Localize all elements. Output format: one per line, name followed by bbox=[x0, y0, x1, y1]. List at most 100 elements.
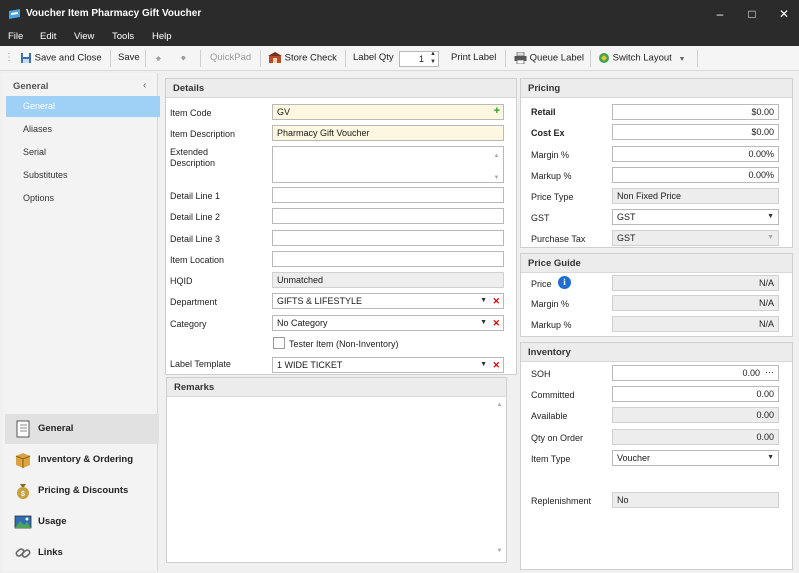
nav-header: General bbox=[13, 81, 49, 92]
detail-line-2-input[interactable] bbox=[272, 208, 504, 224]
toolbar-separator bbox=[110, 50, 111, 67]
retail-input[interactable]: $0.00 bbox=[612, 104, 779, 120]
inventory-header: Inventory bbox=[521, 343, 792, 362]
remarks-textarea[interactable]: ▲ ▼ bbox=[167, 398, 506, 562]
menu-help[interactable]: Help bbox=[152, 31, 172, 42]
chevron-down-icon[interactable]: ▼ bbox=[480, 294, 487, 308]
category-select[interactable]: No Category ▼ ✕ bbox=[272, 315, 504, 331]
label-qty-label: Label Qty bbox=[353, 52, 394, 63]
info-icon[interactable]: i bbox=[558, 276, 571, 289]
cost-ex-input[interactable]: $0.00 bbox=[612, 124, 779, 140]
minimize-icon[interactable]: – bbox=[712, 6, 728, 22]
store-check-icon bbox=[268, 52, 282, 63]
queue-label-label: Queue Label bbox=[529, 52, 585, 64]
nav-item-substitutes[interactable]: Substitutes bbox=[6, 165, 160, 186]
margin-input[interactable]: 0.00% bbox=[612, 146, 779, 162]
section-links[interactable]: Links bbox=[5, 538, 159, 568]
print-label-button[interactable]: Print Label bbox=[451, 52, 496, 63]
close-icon[interactable]: ✕ bbox=[776, 6, 792, 22]
chevron-down-icon[interactable]: ▼ bbox=[767, 451, 774, 465]
section-usage[interactable]: Usage bbox=[5, 507, 159, 537]
section-general-label: General bbox=[38, 423, 74, 434]
item-description-input[interactable]: Pharmacy Gift Voucher bbox=[272, 125, 504, 141]
nav-item-aliases[interactable]: Aliases bbox=[6, 119, 160, 140]
chevron-down-icon[interactable]: ▼ bbox=[480, 358, 487, 372]
markup-value: 0.00% bbox=[748, 170, 774, 180]
replenishment-field: No bbox=[612, 492, 779, 508]
department-select[interactable]: GIFTS & LIFESTYLE ▼ ✕ bbox=[272, 293, 504, 309]
label-qty-input[interactable]: 1 ▲ ▼ bbox=[399, 51, 439, 67]
queue-label-button[interactable]: Queue Label bbox=[514, 52, 584, 64]
nav-item-serial[interactable]: Serial bbox=[6, 142, 160, 163]
collapse-chevron-icon[interactable]: ‹ bbox=[143, 80, 146, 91]
available-label: Available bbox=[531, 411, 568, 421]
item-code-input[interactable]: GV + bbox=[272, 104, 504, 120]
detail-line-3-label: Detail Line 3 bbox=[170, 234, 221, 244]
switch-layout-button[interactable]: Switch Layout ▼ bbox=[598, 52, 685, 64]
arrow-down-icon[interactable]: 🠻 bbox=[180, 50, 187, 69]
clear-icon[interactable]: ✕ bbox=[492, 316, 500, 330]
hqid-label: HQID bbox=[170, 276, 193, 286]
toolbar-separator bbox=[505, 50, 506, 67]
price-guide-header: Price Guide bbox=[521, 254, 792, 273]
item-type-select[interactable]: Voucher ▼ bbox=[612, 450, 779, 466]
menu-tools[interactable]: Tools bbox=[112, 31, 134, 42]
detail-line-1-label: Detail Line 1 bbox=[170, 191, 221, 201]
app-icon bbox=[9, 9, 20, 19]
clear-icon[interactable]: ✕ bbox=[492, 358, 500, 372]
add-icon[interactable]: + bbox=[494, 105, 500, 118]
printer-icon bbox=[514, 52, 527, 64]
nav-item-options[interactable]: Options bbox=[6, 188, 160, 209]
store-check-label: Store Check bbox=[284, 52, 337, 64]
menu-file[interactable]: File bbox=[8, 31, 23, 42]
soh-input[interactable]: 0.00 ⋯ bbox=[612, 365, 779, 381]
qty-on-order-value: 0.00 bbox=[756, 432, 774, 442]
scroll-up-icon[interactable]: ▲ bbox=[495, 402, 504, 408]
markup-input[interactable]: 0.00% bbox=[612, 167, 779, 183]
more-ellipsis-icon[interactable]: ⋯ bbox=[765, 366, 774, 379]
chevron-down-icon[interactable]: ▼ bbox=[480, 316, 487, 330]
save-and-close-button[interactable]: Save and Close bbox=[20, 52, 102, 64]
section-pricing-label: Pricing & Discounts bbox=[38, 485, 129, 496]
guide-margin-field: N/A bbox=[612, 295, 779, 311]
guide-price-field: N/A bbox=[612, 275, 779, 291]
item-location-input[interactable] bbox=[272, 251, 504, 267]
qty-on-order-label: Qty on Order bbox=[531, 433, 584, 443]
price-type-value: Non Fixed Price bbox=[617, 191, 682, 201]
department-value: GIFTS & LIFESTYLE bbox=[277, 296, 363, 306]
spinner-icon[interactable]: ▲ ▼ bbox=[430, 52, 436, 66]
section-inventory-ordering[interactable]: Inventory & Ordering bbox=[5, 445, 159, 475]
chain-link-icon bbox=[15, 548, 31, 558]
menu-edit[interactable]: Edit bbox=[40, 31, 56, 42]
maximize-icon[interactable]: □ bbox=[744, 6, 760, 22]
chevron-down-icon[interactable]: ▼ bbox=[767, 210, 774, 224]
price-type-field: Non Fixed Price bbox=[612, 188, 779, 204]
tester-item-checkbox[interactable] bbox=[273, 337, 285, 349]
section-links-label: Links bbox=[38, 547, 63, 558]
nav-item-general[interactable]: General bbox=[6, 96, 160, 117]
scroll-down-icon[interactable]: ▼ bbox=[492, 171, 501, 182]
switch-layout-icon bbox=[599, 53, 609, 63]
gst-select[interactable]: GST ▼ bbox=[612, 209, 779, 225]
guide-markup-label: Markup % bbox=[531, 320, 572, 330]
clear-icon[interactable]: ✕ bbox=[492, 294, 500, 308]
category-label: Category bbox=[170, 319, 207, 329]
toolbar-separator bbox=[697, 50, 698, 67]
committed-input[interactable]: 0.00 bbox=[612, 386, 779, 402]
menu-view[interactable]: View bbox=[74, 31, 94, 42]
committed-label: Committed bbox=[531, 390, 575, 400]
label-template-select[interactable]: 1 WIDE TICKET ▼ ✕ bbox=[272, 357, 504, 373]
section-pricing-discounts[interactable]: $ Pricing & Discounts bbox=[5, 476, 159, 506]
store-check-button[interactable]: Store Check bbox=[268, 52, 337, 64]
detail-line-3-input[interactable] bbox=[272, 230, 504, 246]
quickpad-button[interactable]: QuickPad bbox=[210, 52, 251, 63]
save-button[interactable]: Save bbox=[118, 52, 140, 63]
detail-line-1-input[interactable] bbox=[272, 187, 504, 203]
extended-description-textarea[interactable]: ▲ ▼ bbox=[272, 146, 504, 183]
left-nav: General ‹ General Aliases Serial Substit… bbox=[3, 73, 160, 571]
item-type-label: Item Type bbox=[531, 454, 571, 464]
scroll-up-icon[interactable]: ▲ bbox=[492, 149, 501, 163]
scroll-down-icon[interactable]: ▼ bbox=[495, 548, 504, 554]
arrow-up-icon[interactable]: 🠹 bbox=[155, 50, 162, 69]
section-general[interactable]: General bbox=[5, 414, 159, 444]
